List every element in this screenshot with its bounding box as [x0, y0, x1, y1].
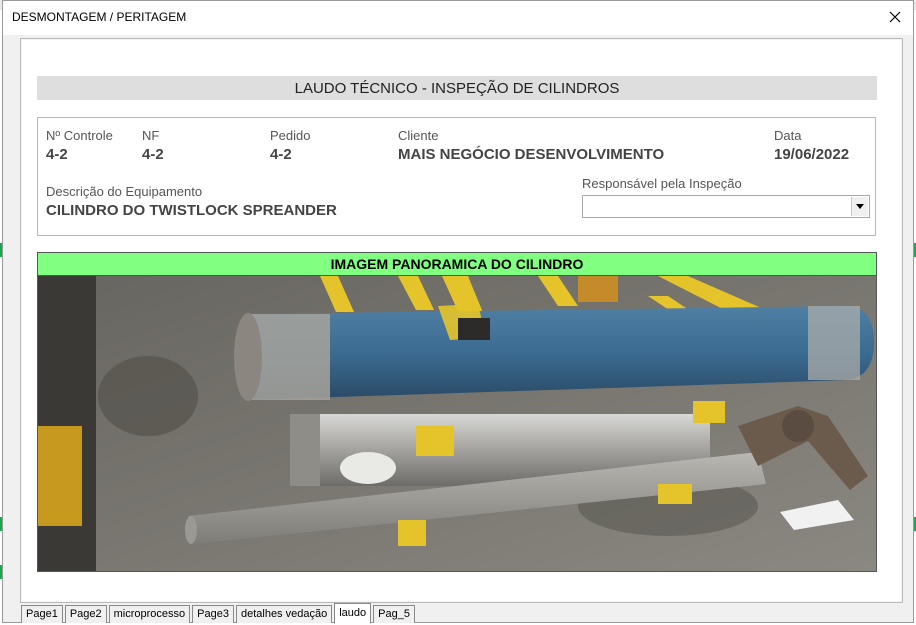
report-page: LAUDO TÉCNICO - INSPEÇÃO DE CILINDROS Nº… — [20, 38, 903, 603]
cylinder-photo — [38, 276, 876, 571]
cliente-label: Cliente — [398, 128, 439, 143]
report-title: LAUDO TÉCNICO - INSPEÇÃO DE CILINDROS — [37, 76, 877, 100]
tab-laudo[interactable]: laudo — [334, 603, 372, 624]
close-icon — [889, 11, 901, 23]
controle-label: Nº Controle — [46, 128, 113, 143]
controle-value: 4-2 — [46, 146, 68, 163]
responsavel-select[interactable] — [582, 195, 870, 218]
form-client-area: LAUDO TÉCNICO - INSPEÇÃO DE CILINDROS Nº… — [3, 35, 913, 624]
tab-pag-5[interactable]: Pag_5 — [373, 605, 415, 623]
tab-page1[interactable]: Page1 — [21, 605, 63, 623]
data-value: 19/06/2022 — [774, 146, 850, 163]
descricao-label: Descrição do Equipamento — [46, 184, 203, 199]
responsavel-label: Responsável pela Inspeção — [582, 176, 742, 191]
descricao-value: CILINDRO DO TWISTLOCK SPREANDER — [46, 202, 337, 219]
nf-value: 4-2 — [142, 146, 164, 163]
window-title: DESMONTAGEM / PERITAGEM — [12, 10, 187, 24]
close-button[interactable] — [883, 5, 907, 29]
pedido-value: 4-2 — [270, 146, 292, 163]
pedido-label: Pedido — [270, 128, 311, 143]
report-info-box: Nº Controle 4-2 NF 4-2 Pedido 4-2 Client… — [37, 117, 876, 236]
tab-page3[interactable]: Page3 — [192, 605, 234, 623]
responsavel-dropdown-button[interactable] — [851, 197, 868, 216]
photo-header: IMAGEM PANORAMICA DO CILINDRO — [38, 253, 876, 276]
title-bar: DESMONTAGEM / PERITAGEM — [3, 1, 913, 35]
tab-page2[interactable]: Page2 — [64, 605, 107, 623]
tab-detalhes-vedacao[interactable]: detalhes vedação — [235, 605, 333, 623]
nf-label: NF — [142, 128, 160, 143]
panoramic-photo-panel: IMAGEM PANORAMICA DO CILINDRO — [37, 252, 877, 572]
cliente-value: MAIS NEGÓCIO DESENVOLVIMENTO — [398, 146, 665, 163]
tab-microprocesso[interactable]: microprocesso — [108, 605, 191, 623]
sheet-tabs: Page1 Page2 microprocesso Page3 detalhes… — [21, 603, 417, 624]
dialog-window: DESMONTAGEM / PERITAGEM LAUDO TÉCNICO - … — [2, 0, 914, 624]
chevron-down-icon — [856, 204, 864, 209]
data-label: Data — [774, 128, 802, 143]
